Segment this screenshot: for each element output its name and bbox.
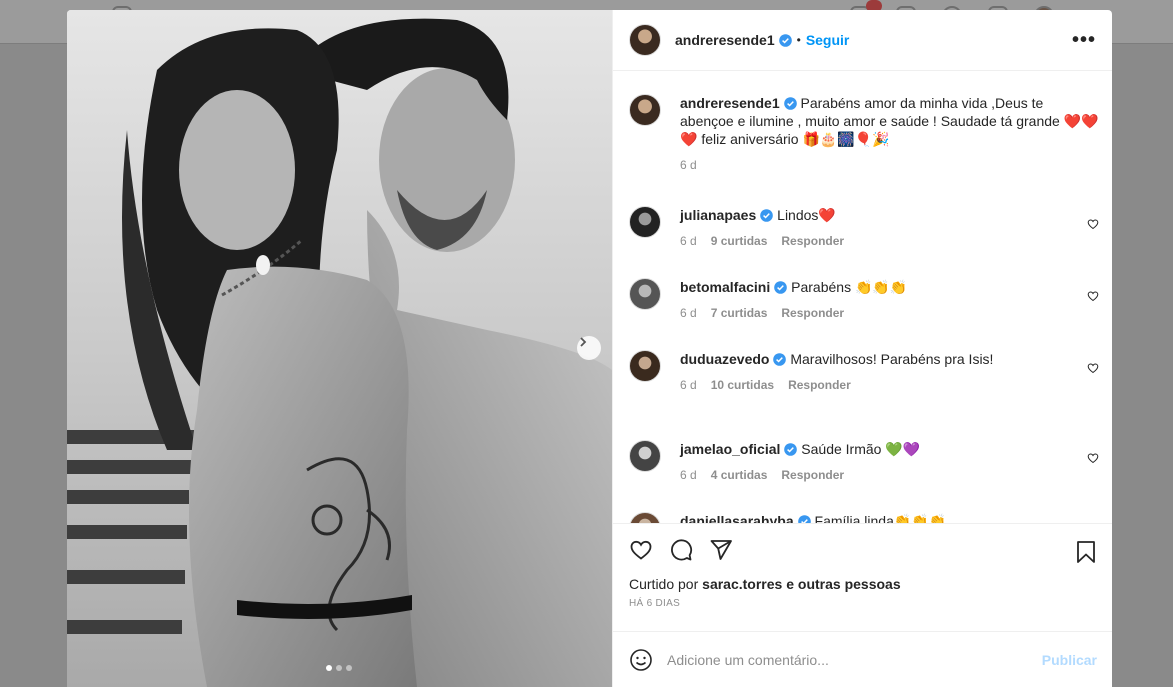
- reply-button[interactable]: Responder: [788, 378, 851, 392]
- comment-icon[interactable]: [669, 538, 693, 562]
- photo-illustration: [67, 10, 612, 687]
- commenter-avatar[interactable]: [629, 350, 661, 382]
- verified-icon: [784, 443, 798, 456]
- comment-body: julianapaes Lindos❤️: [680, 206, 1099, 224]
- reply-button[interactable]: Responder: [781, 468, 844, 482]
- post-modal: andreresende1 • Seguir ••• andreresende1…: [67, 10, 1112, 687]
- commenter-avatar[interactable]: [629, 206, 661, 238]
- caption-body: andreresende1 Parabéns amor da minha vid…: [680, 94, 1099, 148]
- comment-meta: 6 d 10 curtidas Responder: [680, 378, 1099, 392]
- likes-summary: Curtido por sarac.torres e outras pessoa…: [629, 576, 1097, 592]
- caption-username[interactable]: andreresende1: [680, 95, 780, 111]
- caption: andreresende1 Parabéns amor da minha vid…: [629, 94, 1099, 172]
- post-photo: [67, 10, 612, 687]
- likes-suffix[interactable]: e outras pessoas: [786, 576, 900, 592]
- reply-button[interactable]: Responder: [781, 234, 844, 248]
- comment-body: jamelao_oficial Saúde Irmão 💚💜: [680, 440, 1099, 458]
- carousel-dot: [336, 665, 342, 671]
- next-photo-button[interactable]: [577, 336, 601, 360]
- comment-age: 6 d: [680, 468, 697, 482]
- comment-age: 6 d: [680, 378, 697, 392]
- comment-text: Lindos❤️: [777, 207, 836, 223]
- publish-button[interactable]: Publicar: [1042, 652, 1097, 668]
- comment-text: Maravilhosos! Parabéns pra Isis!: [790, 351, 994, 367]
- like-icon[interactable]: [629, 538, 653, 562]
- chevron-right-icon: [580, 337, 587, 347]
- verified-icon: [760, 209, 774, 222]
- verified-icon: [778, 33, 792, 47]
- author-avatar[interactable]: [629, 24, 661, 56]
- heart-icon[interactable]: [1087, 218, 1099, 230]
- comment-body: daniellasarahyba Família linda👏👏👏: [680, 512, 1099, 523]
- comment-body: duduazevedo Maravilhosos! Parabéns pra I…: [680, 350, 1099, 368]
- heart-icon[interactable]: [1087, 290, 1099, 302]
- comment-meta: 6 d 9 curtidas Responder: [680, 234, 1099, 248]
- verified-icon: [773, 353, 787, 366]
- emoji-icon[interactable]: [629, 648, 653, 672]
- comment-item: betomalfacini Parabéns 👏👏👏 6 d 7 curtidas R…: [629, 278, 1099, 320]
- comment-username[interactable]: julianapaes: [680, 207, 756, 223]
- comment-item: duduazevedo Maravilhosos! Parabéns pra I…: [629, 350, 1099, 392]
- comment-meta: 6 d 4 curtidas Responder: [680, 468, 1099, 482]
- comment-username[interactable]: jamelao_oficial: [680, 441, 780, 457]
- author-avatar[interactable]: [629, 94, 661, 126]
- carousel-dots: [326, 665, 352, 671]
- add-comment-bar: Publicar: [613, 631, 1112, 687]
- comment-meta: 6 d 7 curtidas Responder: [680, 306, 1099, 320]
- comment-username[interactable]: betomalfacini: [680, 279, 770, 295]
- verified-icon: [797, 515, 811, 523]
- comment-input[interactable]: [667, 651, 1042, 668]
- comments-list[interactable]: andreresende1 Parabéns amor da minha vid…: [613, 72, 1112, 523]
- header-separator: •: [796, 33, 801, 47]
- verified-icon: [783, 97, 797, 110]
- comment-age: 6 d: [680, 306, 697, 320]
- commenter-avatar[interactable]: [629, 440, 661, 472]
- comment-username[interactable]: daniellasarahyba: [680, 513, 794, 523]
- heart-icon[interactable]: [1087, 362, 1099, 374]
- post-header: andreresende1 • Seguir •••: [613, 10, 1112, 71]
- comment-item: julianapaes Lindos❤️ 6 d 9 curtidas Respond…: [629, 206, 1099, 248]
- comment-text: Família linda👏👏👏: [814, 513, 947, 523]
- post-details-pane: andreresende1 • Seguir ••• andreresende1…: [612, 10, 1112, 687]
- share-icon[interactable]: [709, 538, 733, 562]
- comment-body: betomalfacini Parabéns 👏👏👏: [680, 278, 1099, 296]
- caption-age: 6 d: [680, 158, 697, 172]
- caption-meta: 6 d: [680, 158, 1099, 172]
- likes-prefix: Curtido por: [629, 576, 699, 592]
- carousel-dot: [346, 665, 352, 671]
- verified-icon: [774, 281, 788, 294]
- commenter-avatar[interactable]: [629, 512, 661, 523]
- comment-item: jamelao_oficial Saúde Irmão 💚💜 6 d 4 curti…: [629, 440, 1099, 482]
- comment-age: 6 d: [680, 234, 697, 248]
- comment-likes[interactable]: 9 curtidas: [711, 234, 768, 248]
- comment-likes[interactable]: 7 curtidas: [711, 306, 768, 320]
- post-date: HÁ 6 DIAS: [629, 598, 681, 609]
- comment-likes[interactable]: 4 curtidas: [711, 468, 768, 482]
- comment-text: Saúde Irmão 💚💜: [801, 441, 921, 457]
- author-username[interactable]: andreresende1: [675, 32, 775, 48]
- commenter-avatar[interactable]: [629, 278, 661, 310]
- likes-user[interactable]: sarac.torres: [702, 576, 782, 592]
- save-icon[interactable]: [1075, 540, 1097, 564]
- comment-likes[interactable]: 10 curtidas: [711, 378, 774, 392]
- reply-button[interactable]: Responder: [781, 306, 844, 320]
- more-icon[interactable]: •••: [1072, 29, 1096, 52]
- comment-username[interactable]: duduazevedo: [680, 351, 769, 367]
- carousel-dot: [326, 665, 332, 671]
- comment-text: Parabéns 👏👏👏: [791, 279, 908, 295]
- post-actions: Curtido por sarac.torres e outras pessoa…: [613, 523, 1112, 631]
- follow-button[interactable]: Seguir: [806, 32, 850, 48]
- heart-icon[interactable]: [1087, 452, 1099, 464]
- comment-item: daniellasarahyba Família linda👏👏👏: [629, 512, 1099, 523]
